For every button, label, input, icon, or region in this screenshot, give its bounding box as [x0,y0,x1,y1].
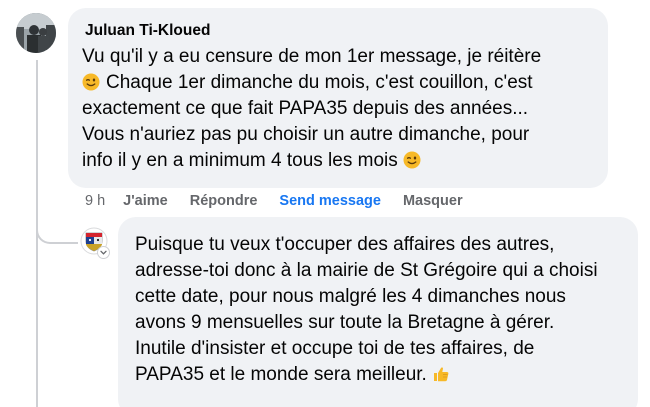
reply-button[interactable]: Répondre [190,193,258,209]
comment-line-with-emoji: Chaque 1er dimanche du mois, c'est couil… [82,70,594,96]
comment-line-text: info il y en a minimum 4 tous les mois [82,150,398,171]
reply-text: Puisque tu veux t'occuper des affaires d… [135,232,624,388]
like-button[interactable]: J'aime [123,193,168,209]
comment-actions: 9 h J'aime Répondre Send message Masquer [85,190,485,212]
comment-timestamp[interactable]: 9 h [85,193,105,209]
winking-face-emoji-icon [403,151,421,169]
comment-text: Vu qu'il y a eu censure de mon 1er messa… [82,44,594,174]
comment-line: Vous n'auriez pas pu choisir un autre di… [82,124,530,145]
send-message-button[interactable]: Send message [279,193,381,209]
comment-line: Vu qu'il y a eu censure de mon 1er messa… [82,46,542,67]
comment-line: exactement ce que fait PAPA35 depuis des… [82,98,529,119]
reply-line: avons 9 mensuelles sur toute la Bretagne… [135,312,555,333]
thumbs-up-emoji-icon [433,367,449,382]
avatar-photo-icon [16,13,56,53]
comment-line-text: Chaque 1er dimanche du mois, c'est couil… [106,72,533,93]
chevron-down-icon[interactable] [97,246,110,259]
avatar[interactable] [16,13,56,53]
hide-button[interactable]: Masquer [403,193,463,209]
comment-bubble: Juluan Ti-Kloued Vu qu'il y a eu censure… [68,8,608,188]
comment-thread: Juluan Ti-Kloued Vu qu'il y a eu censure… [0,0,650,407]
reply-line-text: PAPA35 et le monde sera meilleur. [135,364,427,385]
reply-line: Puisque tu veux t'occuper des affaires d… [135,234,555,255]
reply-line-with-emoji: PAPA35 et le monde sera meilleur. [135,362,624,388]
reply-line: Inutile d'insister et occupe toi de tes … [135,338,535,359]
thread-connector [36,200,78,244]
reply-line: cette date, pour nous malgré les 4 diman… [135,286,566,307]
reply-bubble: Puisque tu veux t'occuper des affaires d… [118,217,638,407]
comment-author[interactable]: Juluan Ti-Kloued [85,21,594,41]
reply-line: adresse-toi donc à la mairie de St Grégo… [135,260,598,281]
comment-line-with-emoji: info il y en a minimum 4 tous les mois [82,148,594,174]
winking-face-emoji-icon [82,73,100,91]
